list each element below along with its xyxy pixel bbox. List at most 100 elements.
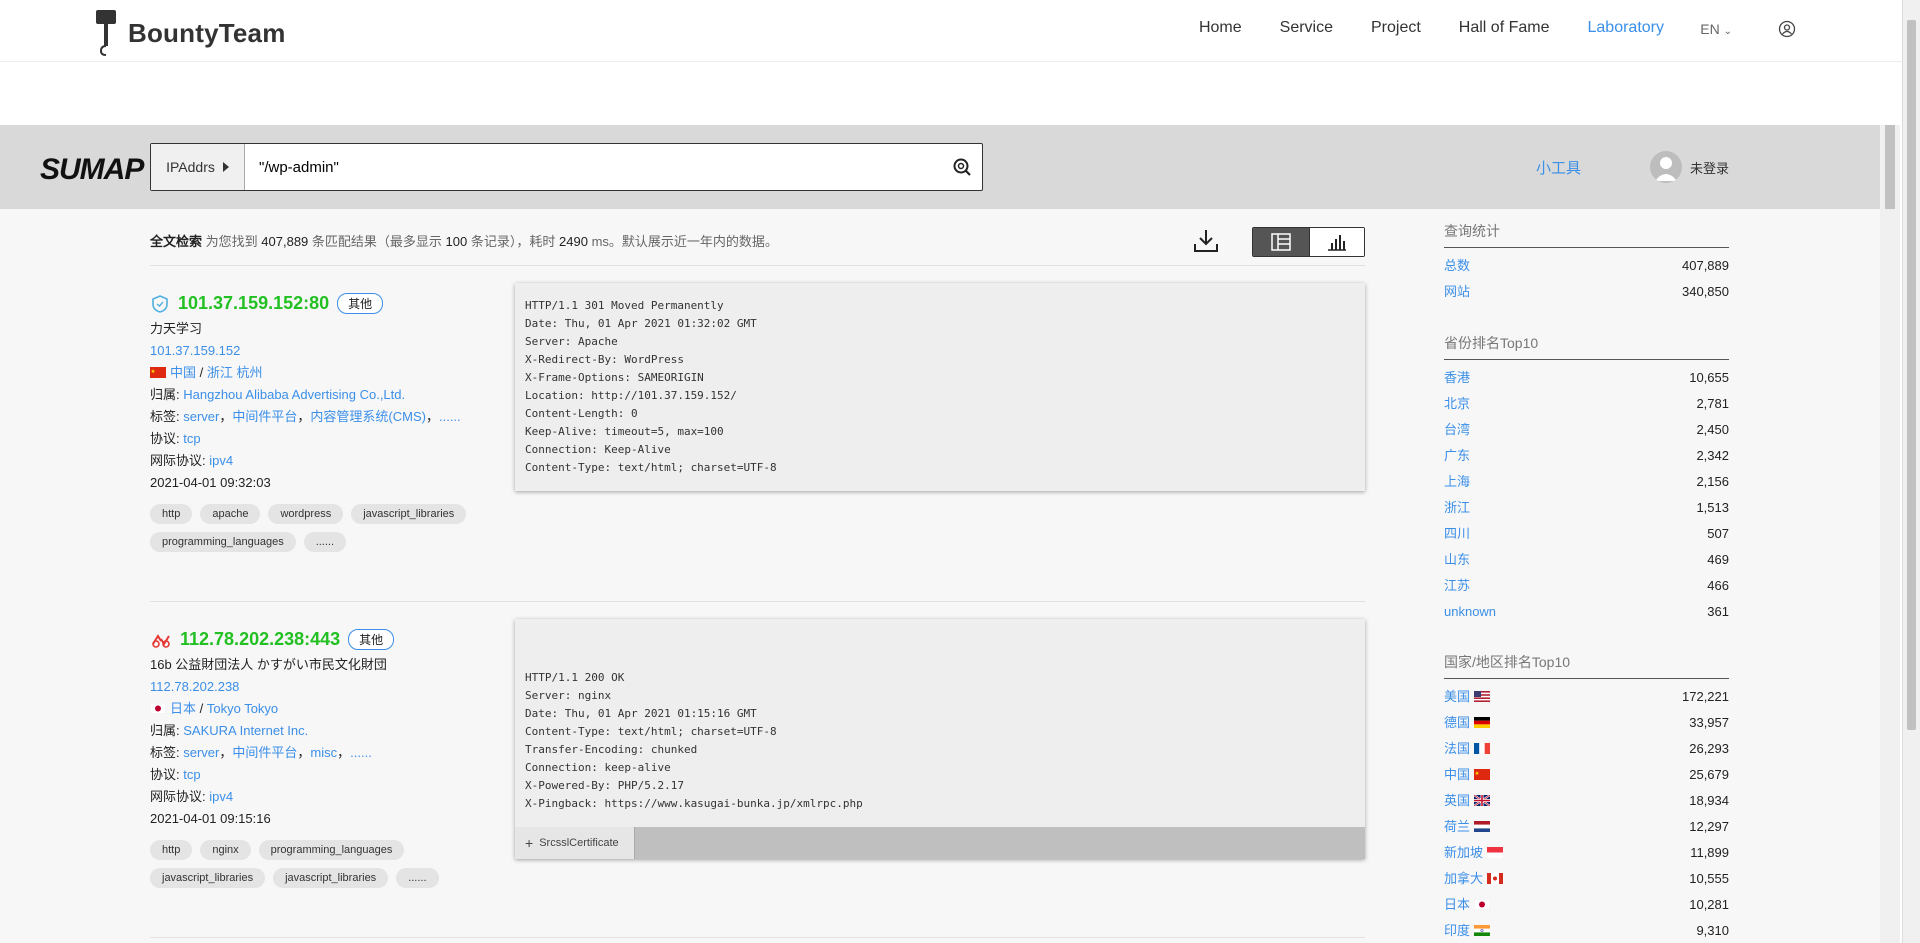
- stat-key[interactable]: 上海: [1444, 473, 1470, 490]
- stat-key[interactable]: 北京: [1444, 395, 1470, 412]
- protocol-link[interactable]: tcp: [183, 431, 200, 446]
- chip[interactable]: javascript_libraries: [150, 868, 266, 888]
- result-ip-port[interactable]: 101.37.159.152:80: [178, 293, 329, 314]
- cert-tab[interactable]: + SrcsslCertificate: [515, 827, 635, 859]
- search-input[interactable]: [245, 144, 942, 190]
- stat-row: unknown 361: [1444, 603, 1729, 620]
- result-ip-port[interactable]: 112.78.202.238:443: [180, 629, 340, 650]
- stat-value: 25,679: [1689, 767, 1729, 782]
- page-scroll-thumb[interactable]: [1907, 20, 1916, 730]
- net-protocol-link[interactable]: ipv4: [209, 453, 233, 468]
- chip[interactable]: apache: [200, 504, 261, 524]
- tag-link[interactable]: 内容管理系统(CMS): [310, 409, 426, 424]
- tag-link[interactable]: misc: [310, 745, 337, 760]
- content-scroll-thumb[interactable]: [1885, 125, 1895, 209]
- stat-value: 18,934: [1689, 793, 1729, 808]
- owner-label: 归属:: [150, 723, 180, 738]
- stat-key[interactable]: 荷兰: [1444, 818, 1494, 835]
- page-scrollbar[interactable]: [1902, 0, 1920, 943]
- result-region[interactable]: Tokyo Tokyo: [207, 701, 278, 716]
- nav-laboratory[interactable]: Laboratory: [1588, 19, 1665, 37]
- tag-more-link[interactable]: ......: [439, 409, 461, 424]
- stat-row: 美国 172,221: [1444, 688, 1729, 705]
- country-name: 新加坡: [1444, 845, 1484, 860]
- chip[interactable]: programming_languages: [258, 840, 405, 860]
- stat-key[interactable]: 加拿大: [1444, 870, 1507, 887]
- sumap-logo[interactable]: SUMAP: [40, 153, 144, 187]
- stat-value: 407,889: [1682, 258, 1729, 273]
- stat-key[interactable]: 中国: [1444, 766, 1494, 783]
- nav-home[interactable]: Home: [1199, 19, 1242, 37]
- stat-key[interactable]: 英国: [1444, 792, 1494, 809]
- chip[interactable]: programming_languages: [150, 532, 296, 552]
- stat-key[interactable]: unknown: [1444, 603, 1496, 620]
- search-button[interactable]: [942, 144, 982, 190]
- stat-value: 26,293: [1689, 741, 1729, 756]
- stat-key[interactable]: 总数: [1444, 257, 1470, 274]
- result-ip-link[interactable]: 101.37.159.152: [150, 343, 240, 358]
- query-stats-title: 查询统计: [1444, 221, 1729, 248]
- chip[interactable]: javascript_libraries: [351, 504, 467, 524]
- list-view-button[interactable]: [1253, 228, 1309, 256]
- chip[interactable]: nginx: [200, 840, 251, 860]
- chip[interactable]: http: [150, 840, 193, 860]
- query-stats: 查询统计 总数 407,889 网站 340,850: [1444, 221, 1729, 300]
- nav-service[interactable]: Service: [1280, 19, 1333, 37]
- language-select[interactable]: EN ⌄: [1700, 21, 1732, 37]
- shield-icon: [152, 294, 168, 313]
- stat-key[interactable]: 美国: [1444, 688, 1494, 705]
- chip[interactable]: wordpress: [268, 504, 344, 524]
- result-country[interactable]: 日本: [170, 701, 196, 716]
- stat-key[interactable]: 印度: [1444, 922, 1494, 939]
- tag-more-link[interactable]: ......: [350, 745, 372, 760]
- stat-value: 172,221: [1682, 689, 1729, 704]
- nav-hall-of-fame[interactable]: Hall of Fame: [1459, 19, 1550, 37]
- stat-key[interactable]: 法国: [1444, 740, 1494, 757]
- tag-link[interactable]: 中间件平台: [232, 409, 297, 424]
- tag-link[interactable]: 中间件平台: [232, 745, 297, 760]
- stat-key[interactable]: 山东: [1444, 551, 1470, 568]
- stat-row: 英国 18,934: [1444, 792, 1729, 809]
- stat-row: 广东 2,342: [1444, 447, 1729, 464]
- stat-key[interactable]: 日本: [1444, 896, 1494, 913]
- stat-key[interactable]: 网站: [1444, 283, 1470, 300]
- net-protocol-link[interactable]: ipv4: [209, 789, 233, 804]
- tag-link[interactable]: server: [183, 409, 219, 424]
- search-type-select[interactable]: IPAddrs: [151, 144, 245, 190]
- stat-row: 中国 25,679: [1444, 766, 1729, 783]
- stat-key[interactable]: 香港: [1444, 369, 1470, 386]
- result-divider: [150, 601, 1365, 602]
- result-region[interactable]: 浙江 杭州: [207, 365, 263, 380]
- nav-menu: Home Service Project Hall of Fame Labora…: [1199, 19, 1664, 37]
- download-icon[interactable]: [1192, 227, 1220, 255]
- stat-key[interactable]: 新加坡: [1444, 844, 1507, 861]
- protocol-link[interactable]: tcp: [183, 767, 200, 782]
- country-name: 德国: [1444, 715, 1471, 730]
- result-country[interactable]: 中国: [170, 365, 196, 380]
- user-circle-icon[interactable]: [1778, 20, 1796, 38]
- login-area[interactable]: 未登录: [1650, 151, 1729, 183]
- chart-view-button[interactable]: [1309, 228, 1364, 256]
- content-scrollbar[interactable]: [1880, 125, 1900, 943]
- stat-key[interactable]: 德国: [1444, 714, 1494, 731]
- chip[interactable]: javascript_libraries: [273, 868, 389, 888]
- chip-more[interactable]: ......: [396, 868, 439, 888]
- summary-max: 100: [445, 234, 468, 249]
- stat-key[interactable]: 四川: [1444, 525, 1470, 542]
- chip-more[interactable]: ......: [303, 532, 347, 552]
- avatar: [1650, 151, 1682, 183]
- tools-link[interactable]: 小工具: [1536, 157, 1581, 178]
- result-ip-link[interactable]: 112.78.202.238: [150, 679, 239, 694]
- owner-link[interactable]: SAKURA Internet Inc.: [183, 723, 308, 738]
- chip[interactable]: http: [150, 504, 193, 524]
- stat-key[interactable]: 台湾: [1444, 421, 1470, 438]
- stat-row: 总数 407,889: [1444, 257, 1729, 274]
- owner-link[interactable]: Hangzhou Alibaba Advertising Co.,Ltd.: [183, 387, 405, 402]
- stat-key[interactable]: 江苏: [1444, 577, 1470, 594]
- stat-key[interactable]: 广东: [1444, 447, 1470, 464]
- result-divider: [150, 937, 1365, 938]
- brand-logo[interactable]: BountyTeam: [94, 10, 286, 56]
- stat-key[interactable]: 浙江: [1444, 499, 1470, 516]
- nav-project[interactable]: Project: [1371, 19, 1421, 37]
- tag-link[interactable]: server: [183, 745, 219, 760]
